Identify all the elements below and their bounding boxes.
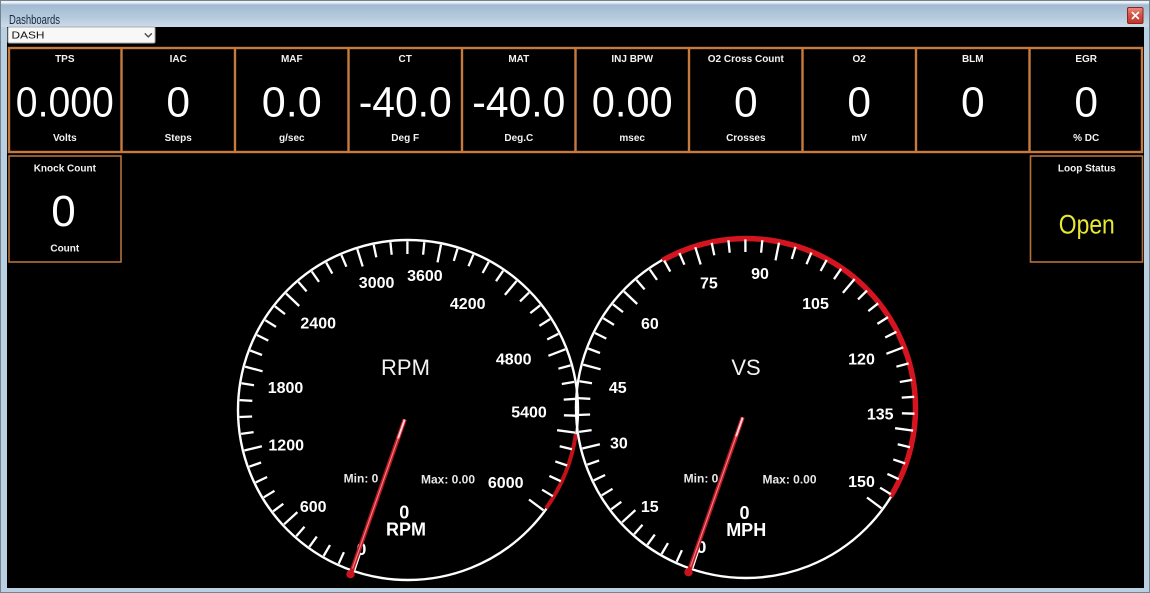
svg-text:MAT: MAT [508, 54, 529, 65]
svg-text:30: 30 [610, 436, 628, 453]
svg-text:Loop Status: Loop Status [1058, 164, 1116, 175]
svg-text:msec: msec [619, 133, 645, 144]
svg-text:60: 60 [641, 316, 659, 333]
svg-text:Max: 0.00: Max: 0.00 [762, 472, 816, 486]
svg-text:g/sec: g/sec [279, 133, 305, 144]
svg-text:0: 0 [961, 80, 985, 127]
svg-text:3600: 3600 [407, 268, 443, 285]
svg-text:1200: 1200 [268, 437, 304, 454]
svg-text:BLM: BLM [962, 54, 984, 65]
svg-text:DASH: DASH [12, 31, 45, 42]
svg-text:0: 0 [166, 80, 190, 127]
svg-text:Crosses: Crosses [726, 133, 766, 144]
svg-text:Open: Open [1059, 210, 1115, 240]
svg-text:mV: mV [851, 133, 867, 144]
svg-text:RPM: RPM [381, 355, 430, 380]
svg-text:4800: 4800 [496, 351, 532, 368]
svg-text:135: 135 [867, 407, 894, 424]
svg-text:0: 0 [1074, 80, 1098, 127]
svg-text:600: 600 [300, 499, 327, 516]
svg-text:-40.0: -40.0 [359, 80, 452, 127]
svg-text:Count: Count [50, 244, 80, 255]
svg-text:Dashboards: Dashboards [9, 13, 60, 27]
svg-text:Max: 0.00: Max: 0.00 [421, 472, 475, 486]
svg-text:0.000: 0.000 [16, 80, 114, 127]
svg-text:5400: 5400 [511, 405, 547, 422]
svg-text:EGR: EGR [1075, 54, 1097, 65]
svg-text:150: 150 [848, 474, 875, 491]
svg-text:INJ BPW: INJ BPW [611, 54, 653, 65]
svg-text:Volts: Volts [53, 133, 77, 144]
svg-text:1800: 1800 [268, 380, 304, 397]
svg-text:0: 0 [734, 80, 758, 127]
svg-text:2400: 2400 [300, 315, 336, 332]
svg-text:105: 105 [802, 296, 829, 313]
svg-text:120: 120 [848, 351, 875, 368]
svg-text:3000: 3000 [359, 275, 395, 292]
svg-text:Deg.C: Deg.C [504, 133, 533, 144]
svg-text:0.0: 0.0 [262, 80, 322, 127]
svg-text:% DC: % DC [1073, 133, 1099, 144]
svg-text:90: 90 [751, 266, 769, 283]
svg-text:15: 15 [641, 499, 659, 516]
svg-text:O2: O2 [853, 54, 867, 65]
svg-text:Steps: Steps [165, 133, 193, 144]
svg-text:TPS: TPS [55, 54, 75, 65]
svg-text:Knock Count: Knock Count [34, 164, 97, 175]
svg-text:MPH: MPH [726, 520, 766, 540]
svg-text:0: 0 [847, 80, 871, 127]
svg-text:6000: 6000 [488, 475, 524, 492]
svg-text:O2 Cross Count: O2 Cross Count [708, 54, 785, 65]
svg-text:CT: CT [399, 54, 412, 65]
svg-text:0.00: 0.00 [592, 80, 673, 127]
svg-text:75: 75 [700, 276, 718, 293]
svg-text:4200: 4200 [450, 296, 486, 313]
svg-text:0: 0 [51, 187, 75, 236]
svg-text:45: 45 [609, 380, 627, 397]
svg-text:IAC: IAC [170, 54, 187, 65]
svg-text:MAF: MAF [281, 54, 303, 65]
svg-text:Min: 0: Min: 0 [344, 471, 379, 485]
svg-text:Deg F: Deg F [391, 133, 419, 144]
svg-text:-40.0: -40.0 [472, 80, 565, 127]
svg-text:VS: VS [731, 355, 760, 380]
svg-text:Min: 0: Min: 0 [684, 471, 719, 485]
svg-text:RPM: RPM [386, 519, 426, 539]
